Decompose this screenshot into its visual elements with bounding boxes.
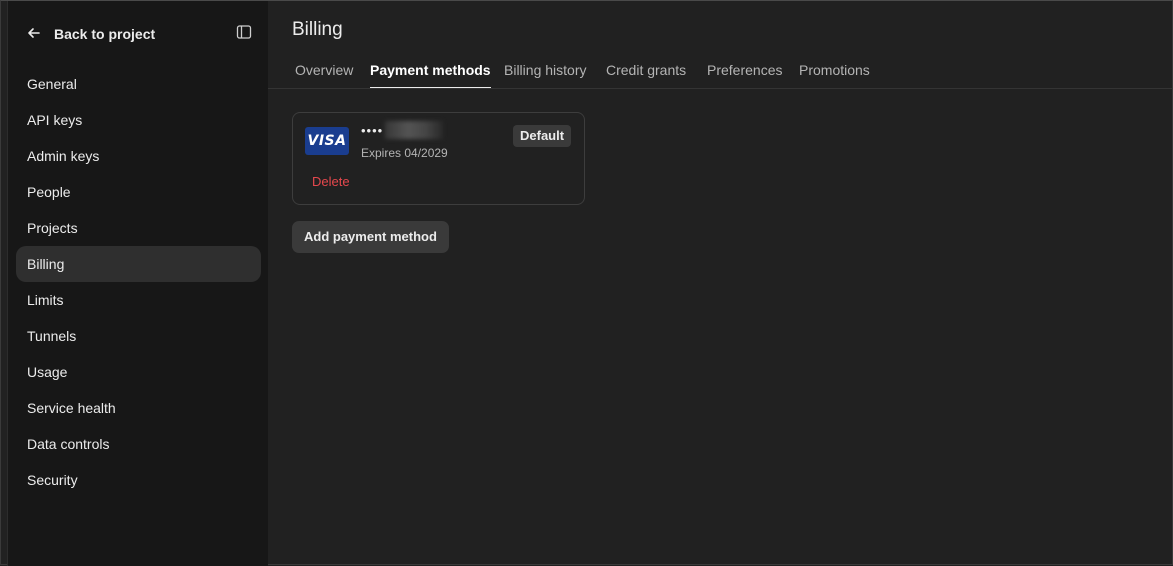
sidebar-item-general[interactable]: General — [16, 66, 261, 102]
sidebar-item-tunnels[interactable]: Tunnels — [16, 318, 261, 354]
sidebar-header: Back to project — [8, 19, 268, 49]
app-window: Back to project General API keys Admin k… — [0, 0, 1173, 566]
sidebar-item-service-health[interactable]: Service health — [16, 390, 261, 426]
sidebar-item-billing[interactable]: Billing — [16, 246, 261, 282]
tab-promotions[interactable]: Promotions — [799, 62, 870, 88]
add-payment-method-button[interactable]: Add payment method — [292, 221, 449, 253]
default-badge: Default — [513, 125, 572, 147]
sidebar-item-api-keys[interactable]: API keys — [16, 102, 261, 138]
sidebar: Back to project General API keys Admin k… — [7, 1, 268, 566]
arrow-left-icon — [26, 25, 42, 44]
tab-payment-methods[interactable]: Payment methods — [370, 62, 491, 88]
tab-overview[interactable]: Overview — [295, 62, 353, 88]
card-expiry: Expires 04/2029 — [361, 146, 448, 160]
sidebar-nav: General API keys Admin keys People Proje… — [16, 66, 261, 498]
tab-credit-grants[interactable]: Credit grants — [606, 62, 686, 88]
sidebar-item-usage[interactable]: Usage — [16, 354, 261, 390]
delete-card-button[interactable]: Delete — [312, 174, 350, 189]
tab-billing-history[interactable]: Billing history — [504, 62, 586, 88]
back-to-project-label: Back to project — [54, 26, 156, 42]
sidebar-item-people[interactable]: People — [16, 174, 261, 210]
sidebar-item-projects[interactable]: Projects — [16, 210, 261, 246]
card-number-masked: •••• — [361, 122, 384, 138]
redacted-digits — [385, 121, 444, 139]
tab-preferences[interactable]: Preferences — [707, 62, 782, 88]
sidebar-item-data-controls[interactable]: Data controls — [16, 426, 261, 462]
sidebar-item-security[interactable]: Security — [16, 462, 261, 498]
sidebar-panel-icon — [236, 24, 252, 45]
sidebar-item-admin-keys[interactable]: Admin keys — [16, 138, 261, 174]
sidebar-toggle-button[interactable] — [234, 24, 254, 44]
sidebar-item-limits[interactable]: Limits — [16, 282, 261, 318]
card-number: •••• — [361, 121, 444, 139]
payment-method-card: VISA •••• Expires 04/2029 Default Delete — [292, 112, 585, 205]
tab-bar: Overview Payment methods Billing history… — [268, 57, 1172, 89]
back-to-project-link[interactable]: Back to project — [26, 23, 155, 45]
page-title: Billing — [292, 19, 343, 40]
visa-logo-icon: VISA — [305, 127, 349, 155]
main-content: Billing Overview Payment methods Billing… — [268, 1, 1172, 566]
